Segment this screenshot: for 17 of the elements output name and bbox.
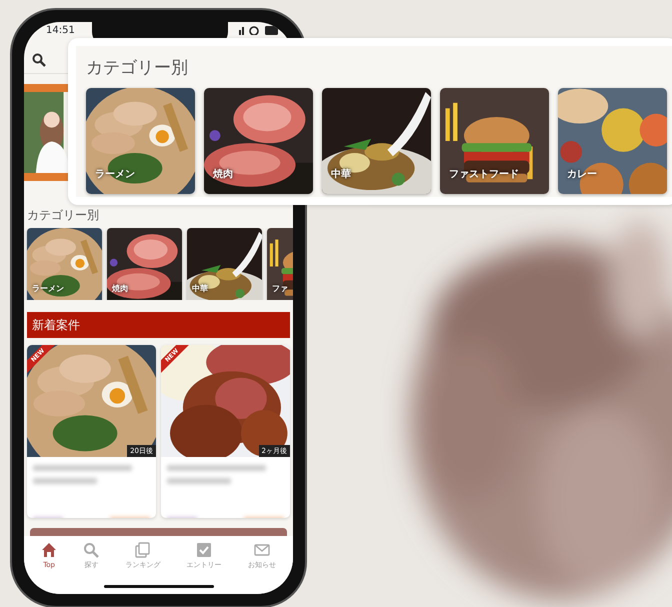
envelope-icon <box>254 542 270 558</box>
home-icon <box>41 542 58 558</box>
category-tile[interactable]: 焼肉 <box>107 228 182 300</box>
status-time: 14:51 <box>46 25 75 36</box>
section-header: 新着案件 <box>27 312 290 338</box>
search-icon <box>83 542 100 558</box>
section-title: カテゴリー別 <box>86 57 189 80</box>
checkbox-icon <box>196 542 212 558</box>
status-icons-drawing <box>239 25 279 35</box>
category-tile[interactable]: 中華 <box>187 228 262 300</box>
category-label: ファ <box>272 283 288 296</box>
category-tile[interactable]: ファ <box>267 228 293 300</box>
search-icon <box>32 52 46 67</box>
section-title: カテゴリー別 <box>27 207 100 224</box>
category-label: 焼肉 <box>112 283 128 296</box>
category-label: 中華 <box>192 283 208 296</box>
ranking-icon <box>134 542 151 558</box>
